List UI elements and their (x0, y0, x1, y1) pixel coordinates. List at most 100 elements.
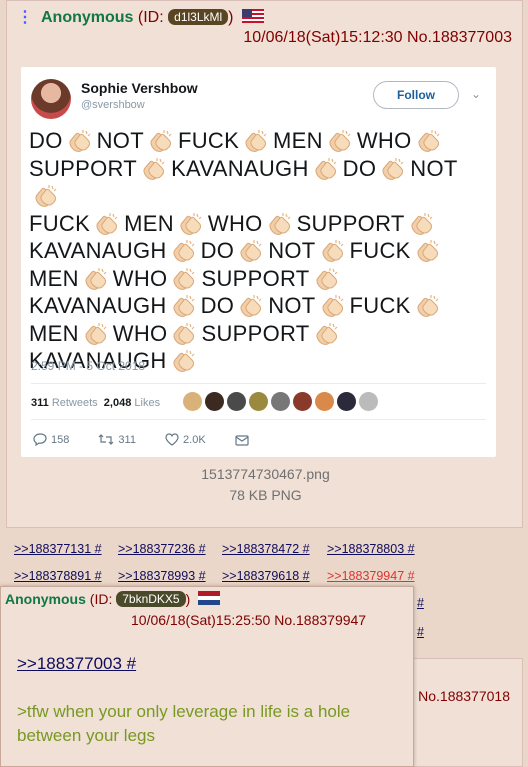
clapping-hands-icon (313, 157, 339, 181)
tweet-word: FUCK (349, 293, 411, 318)
tweet-word: MEN (124, 210, 174, 236)
backlink[interactable]: >>188378891 # (14, 569, 102, 583)
clapping-hands-icon (314, 267, 340, 291)
clapping-hands-icon (171, 294, 197, 318)
chevron-down-icon: ⌄ (471, 87, 482, 101)
post-number-link[interactable]: No.188377018 (418, 688, 510, 704)
poster-id-badge[interactable]: d1l3LkMl (168, 9, 229, 25)
liker-avatar (227, 392, 246, 411)
tweet-text-line: DO NOT FUCK MEN WHO (29, 127, 491, 155)
backlink[interactable]: # (417, 596, 424, 610)
clapping-hands-icon (178, 212, 204, 236)
liker-avatar (315, 392, 334, 411)
poster-name: Anonymous (5, 591, 86, 607)
backlink[interactable]: >>188377131 # (14, 542, 102, 556)
divider (31, 383, 486, 384)
clapping-hands-icon (83, 322, 109, 346)
clapping-hands-icon (67, 129, 93, 153)
clapping-hands-icon (171, 322, 197, 346)
tweet-word: DO (200, 238, 235, 263)
tweet-word: FUCK (349, 238, 411, 263)
liker-avatar (359, 392, 378, 411)
tweet-word: WHO (112, 265, 168, 291)
post-datetime-number: 10/06/18(Sat)15:12:30 No.188377003 (243, 29, 512, 47)
liker-avatar (183, 392, 202, 411)
clapping-hands-icon (171, 267, 197, 291)
backlink[interactable]: >>188379618 # (222, 569, 310, 583)
id-suffix: ) (185, 591, 191, 607)
heart-icon (165, 433, 179, 446)
clapping-hands-icon (267, 212, 293, 236)
clapping-hands-icon (380, 157, 406, 181)
file-info: 78 KB PNG (229, 487, 302, 503)
clapping-hands-icon (415, 239, 441, 263)
tweet-word: KAVANAUGH (29, 238, 167, 263)
post-number-link[interactable]: No.188379947 (274, 612, 366, 628)
clapping-hands-icon (320, 294, 346, 318)
retweet-label: Retweets (51, 397, 98, 409)
quote-link[interactable]: >>188377003 # (17, 654, 136, 674)
liker-avatars (183, 392, 381, 412)
backlink[interactable]: >>188378472 # (222, 542, 310, 556)
tweet-word: DO (342, 155, 377, 181)
tweet-word: KAVANAUGH (29, 293, 167, 318)
clapping-hands-icon (238, 294, 264, 318)
post-menu-icon[interactable]: ⋮ (17, 7, 33, 27)
tweet-word: NOT (410, 155, 458, 181)
id-prefix: (ID: (137, 9, 164, 26)
tweet-handle: @svershbow (81, 99, 145, 111)
us-flag-icon (241, 9, 264, 28)
liker-avatar (271, 392, 290, 411)
clapping-hands-icon (148, 129, 174, 153)
post-datetime-number: 10/06/18(Sat)15:25:50 No.188379947 (131, 612, 366, 628)
liker-avatar (205, 392, 224, 411)
tweet-word: KAVANAUGH (171, 155, 309, 181)
liker-avatar (249, 392, 268, 411)
post-number-link[interactable]: No.188377003 (407, 29, 512, 46)
tweet-text-line: SUPPORT KAVANAUGH DO NOT (29, 155, 491, 210)
hover-preview-post: Anonymous (ID: 7bknDKX5) 10/06/18(Sat)15… (0, 586, 414, 767)
poster-name: Anonymous (41, 9, 134, 26)
avatar (31, 79, 71, 119)
greentext-line: >tfw when your only leverage in life is … (17, 702, 351, 745)
backlink[interactable]: >>188377236 # (118, 542, 206, 556)
backlink[interactable]: >>188378993 # (118, 569, 206, 583)
backlink[interactable]: # (417, 625, 424, 639)
tweet-word: DO (29, 128, 63, 153)
reply-icon (33, 433, 47, 447)
tweet-word: MEN (29, 265, 79, 291)
tweet-text-line: KAVANAUGH DO NOT FUCK (29, 292, 491, 320)
tweet-word: NOT (268, 238, 316, 263)
retweet-action: 311 (98, 433, 136, 446)
clapping-hands-icon (409, 212, 435, 236)
clapping-hands-icon (33, 184, 59, 208)
clapping-hands-icon (171, 239, 197, 263)
divider (31, 419, 486, 420)
id-suffix: ) (228, 9, 234, 26)
tweet-date: 2:59 PM - 5 Oct 2018 (31, 359, 146, 373)
message-action (235, 434, 253, 446)
tweet-word: MEN (273, 128, 323, 153)
liker-avatar (293, 392, 312, 411)
tweet-actions: 158 311 2.0K (33, 433, 279, 447)
backlink[interactable]: >>188378803 # (327, 542, 415, 556)
tweet-screenshot-image[interactable]: Sophie Vershbow @svershbow Follow ⌄ DO NO… (21, 67, 496, 457)
poster-id-badge[interactable]: 7bknDKX5 (116, 591, 186, 607)
file-name[interactable]: 1513774730467.png (7, 466, 524, 482)
liker-avatar (337, 392, 356, 411)
like-count: 2,048 (103, 397, 132, 409)
clapping-hands-icon (320, 239, 346, 263)
clapping-hands-icon (94, 212, 120, 236)
tweet-text: DO NOT FUCK MEN WHO SUPPORT KAVANAUGH DO NOT FUCK… (29, 127, 491, 375)
clapping-hands-icon (243, 129, 269, 153)
tweet-word: MEN (29, 320, 79, 346)
tweet-text-line: MEN WHO SUPPORT (29, 320, 491, 348)
envelope-icon (235, 435, 249, 446)
tweet-word: DO (200, 293, 235, 318)
tweet-word: SUPPORT (296, 210, 405, 236)
clapping-hands-icon (415, 294, 441, 318)
clapping-hands-icon (171, 349, 197, 373)
tweet-word: WHO (356, 128, 412, 153)
backlink-hovered[interactable]: >>188379947 # (327, 569, 415, 583)
like-action: 2.0K (165, 433, 206, 446)
